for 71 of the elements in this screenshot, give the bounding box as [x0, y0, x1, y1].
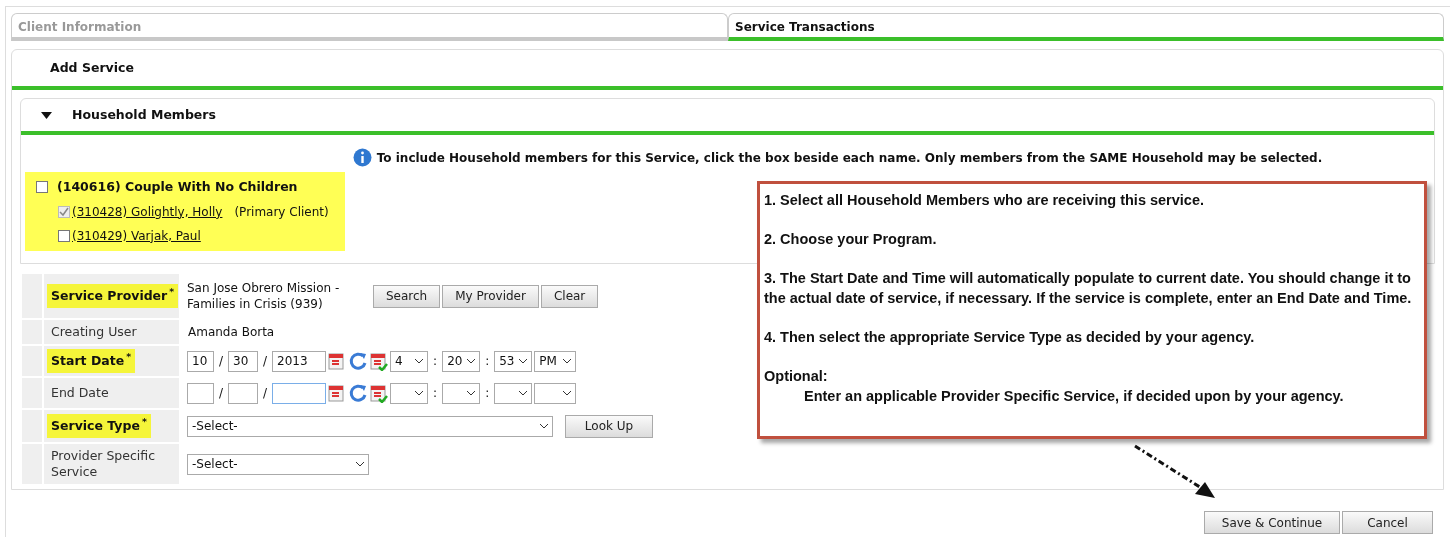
info-text: To include Household members for this Service, click the box beside each name. Only members from the SAME Household may be selected. — [376, 149, 1323, 167]
dropdown[interactable]: 4 — [390, 350, 429, 372]
optional-text: Enter an applicable Provider Specific Service, if decided upon by your agency. — [803, 387, 1345, 406]
dropdown[interactable]: PM — [534, 350, 577, 372]
field-label: Creating User — [50, 324, 138, 340]
footer-button[interactable]: Save & Continue — [1204, 511, 1340, 534]
instruction-step: 4. Then select the appropriate Service Type as decided by your agency. — [764, 327, 1420, 347]
calendar-icon[interactable] — [328, 383, 347, 403]
form-button[interactable]: Clear — [540, 284, 599, 308]
separator: : — [432, 353, 439, 370]
form-button[interactable]: My Provider — [442, 284, 539, 308]
separator: / — [218, 385, 225, 402]
refresh-icon[interactable] — [348, 351, 369, 371]
checkbox[interactable] — [58, 229, 70, 242]
dropdown[interactable] — [494, 382, 533, 404]
refresh-icon[interactable] — [348, 383, 369, 403]
caret-icon — [519, 358, 528, 364]
info-icon — [352, 148, 372, 167]
collapse-triangle-icon[interactable] — [41, 111, 52, 119]
calendar-check-icon[interactable] — [370, 351, 389, 371]
member-link[interactable]: (310429) Varjak, Paul — [72, 226, 201, 245]
dropdown[interactable]: 53 — [494, 350, 533, 372]
separator: / — [218, 353, 225, 370]
household-name: (140616) Couple With No Children — [57, 178, 298, 196]
checkbox[interactable] — [36, 181, 48, 194]
caret-icon — [563, 390, 572, 396]
dropdown[interactable] — [534, 382, 577, 404]
section-title[interactable]: Household Members — [72, 105, 216, 125]
tab[interactable]: Service Transactions — [728, 13, 1444, 41]
field-label: Service Type $^{*}$ — [47, 413, 151, 439]
optional-heading: Optional: — [764, 367, 829, 386]
caret-icon — [356, 461, 364, 467]
caret-icon — [467, 358, 476, 364]
date-field[interactable]: 2013 — [272, 350, 327, 372]
instruction-step: 2. Choose your Program. — [764, 229, 1420, 249]
form-button[interactable]: Search — [373, 284, 441, 308]
separator: / — [262, 353, 269, 370]
field-value: Amanda Borta — [187, 324, 275, 341]
caret-icon — [467, 390, 476, 396]
caret-icon — [563, 358, 572, 364]
section-header: Add Service — [12, 50, 1443, 90]
instruction-step: 3. The Start Date and Time will automatically populate to current date. You should change it to the actual date of service, if necessary. If the service is complete, enter an End Date and Time. — [764, 268, 1420, 308]
separator: : — [484, 353, 491, 370]
field-label: Provider Specific Service — [50, 448, 157, 480]
caret-icon — [415, 358, 424, 364]
field-label: End Date — [50, 385, 110, 401]
caret-icon — [519, 390, 528, 396]
provider-name: San Jose Obrero Mission - Families in Crisis (939) — [187, 280, 341, 312]
date-field[interactable] — [228, 382, 259, 404]
calendar-check-icon[interactable] — [370, 383, 389, 403]
footer-button[interactable]: Cancel — [1342, 511, 1433, 534]
date-field[interactable] — [272, 382, 327, 404]
field-label: Start Date $^{*}$ — [47, 348, 136, 374]
form-button[interactable]: Look Up — [565, 414, 653, 438]
instruction-step: 1. Select all Household Members who are receiving this service. — [764, 190, 1420, 210]
caret-icon — [415, 390, 424, 396]
calendar-icon[interactable] — [328, 351, 347, 371]
dropdown[interactable] — [442, 382, 481, 404]
dropdown[interactable]: -Select- — [187, 415, 553, 437]
member-note: (Primary Client) — [234, 203, 329, 221]
dropdown[interactable]: -Select- — [187, 453, 369, 475]
dropdown[interactable]: 20 — [442, 350, 481, 372]
separator: / — [262, 385, 269, 402]
separator: : — [484, 385, 491, 402]
date-field[interactable]: 30 — [228, 350, 259, 372]
caret-icon — [540, 423, 548, 429]
date-field[interactable]: 10 — [187, 350, 214, 372]
dropdown[interactable] — [390, 382, 429, 404]
date-field[interactable] — [187, 382, 214, 404]
field-label: Service Provider $^{*}$ — [47, 283, 179, 309]
separator: : — [432, 385, 439, 402]
